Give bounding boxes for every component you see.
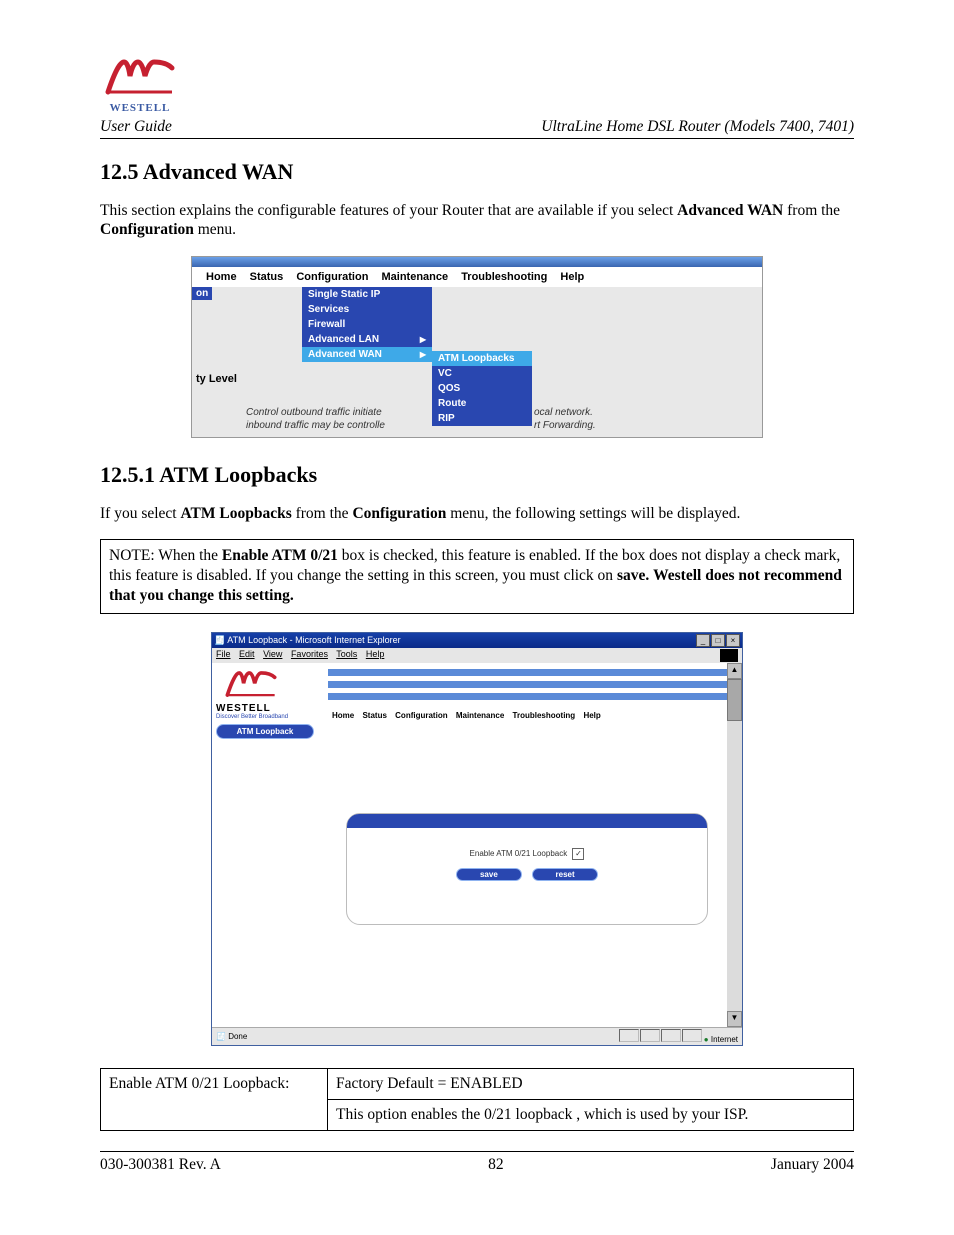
router-left-panel: WESTELL Discover Better Broadband ATM Lo… xyxy=(212,663,328,1027)
background-text-3: ocal network. xyxy=(534,407,593,418)
maximize-button[interactable]: □ xyxy=(711,634,725,647)
section2-paragraph: If you select ATM Loopbacks from the Con… xyxy=(100,504,854,523)
header-stripes xyxy=(328,663,742,709)
menu-tools[interactable]: Tools xyxy=(336,649,357,659)
router-top-nav: Home Status Configuration Maintenance Tr… xyxy=(192,267,762,287)
reset-button[interactable]: reset xyxy=(532,868,598,881)
menu-view[interactable]: View xyxy=(263,649,282,659)
vertical-scrollbar[interactable]: ▲ ▼ xyxy=(727,663,742,1027)
minimize-button[interactable]: _ xyxy=(696,634,710,647)
westell-logo-icon xyxy=(100,54,180,100)
nav-maintenance[interactable]: Maintenance xyxy=(381,271,448,283)
ie-page-icon: 🧾 xyxy=(216,1032,226,1041)
table-row: Enable ATM 0/21 Loopback: Factory Defaul… xyxy=(101,1068,854,1099)
menu-item-single-static-ip[interactable]: Single Static IP xyxy=(302,287,432,302)
background-text-2: inbound traffic may be controlle xyxy=(246,420,385,431)
scroll-thumb[interactable] xyxy=(727,679,742,721)
submenu-atm-loopbacks[interactable]: ATM Loopbacks xyxy=(432,351,532,366)
screenshot-advanced-wan-menu: Home Status Configuration Maintenance Tr… xyxy=(191,256,763,438)
nav2-home[interactable]: Home xyxy=(332,711,354,720)
status-internet: Internet xyxy=(711,1035,738,1044)
header-user-guide: User Guide xyxy=(100,118,172,136)
internet-zone-icon: ● xyxy=(704,1035,709,1044)
menu-favorites[interactable]: Favorites xyxy=(291,649,328,659)
menu-item-firewall[interactable]: Firewall xyxy=(302,317,432,332)
settings-table: Enable ATM 0/21 Loopback: Factory Defaul… xyxy=(100,1068,854,1131)
enable-atm-checkbox[interactable]: ✓ xyxy=(572,848,584,860)
chevron-right-icon: ▶ xyxy=(420,350,426,359)
close-button[interactable]: × xyxy=(726,634,740,647)
window-title: ATM Loopback - Microsoft Internet Explor… xyxy=(227,635,400,645)
menu-item-advanced-lan[interactable]: Advanced LAN▶ xyxy=(302,332,432,347)
nav2-configuration[interactable]: Configuration xyxy=(395,711,447,720)
menu-item-advanced-wan[interactable]: Advanced WAN▶ xyxy=(302,347,432,362)
nav-help[interactable]: Help xyxy=(560,271,584,283)
left-fragment-text: on xyxy=(192,287,212,300)
brand-logo: WESTELL xyxy=(100,54,180,114)
footer-date: January 2004 xyxy=(771,1156,854,1174)
background-text-1: Control outbound traffic initiate xyxy=(246,407,382,418)
ie-icon: 🧾 xyxy=(214,635,225,645)
setting-default: Factory Default = ENABLED xyxy=(328,1068,854,1099)
content-panel: Enable ATM 0/21 Loopback ✓ save reset xyxy=(346,813,708,925)
setting-description: This option enables the 0/21 loopback , … xyxy=(328,1099,854,1130)
browser-menubar: File Edit View Favorites Tools Help xyxy=(212,648,742,663)
footer-page-number: 82 xyxy=(488,1156,504,1174)
menu-edit[interactable]: Edit xyxy=(239,649,255,659)
browser-statusbar: 🧾 Done ● Internet xyxy=(212,1027,742,1045)
ty-level-fragment: ty Level xyxy=(196,373,237,385)
submenu-route[interactable]: Route xyxy=(432,396,532,411)
chevron-right-icon: ▶ xyxy=(420,335,426,344)
westell-logo-small-icon xyxy=(216,667,286,701)
status-done: Done xyxy=(228,1032,247,1041)
configuration-dropdown: Single Static IP Services Firewall Advan… xyxy=(302,287,432,362)
scroll-down-icon[interactable]: ▼ xyxy=(727,1011,742,1027)
nav2-status[interactable]: Status xyxy=(362,711,386,720)
nav2-help[interactable]: Help xyxy=(583,711,600,720)
advanced-wan-submenu: ATM Loopbacks VC QOS Route RIP xyxy=(432,351,532,426)
header-divider xyxy=(100,138,854,139)
nav-status[interactable]: Status xyxy=(250,271,284,283)
brand-tagline: Discover Better Broadband xyxy=(216,714,324,720)
section-heading-atm-loopbacks: 12.5.1 ATM Loopbacks xyxy=(100,462,854,488)
router-nav-small: Home Status Configuration Maintenance Tr… xyxy=(328,709,742,722)
screenshot-atm-loopback-window: 🧾 ATM Loopback - Microsoft Internet Expl… xyxy=(211,632,743,1046)
nav-troubleshooting[interactable]: Troubleshooting xyxy=(461,271,547,283)
page-footer: 030-300381 Rev. A 82 January 2004 xyxy=(100,1156,854,1174)
submenu-vc[interactable]: VC xyxy=(432,366,532,381)
enable-atm-label: Enable ATM 0/21 Loopback xyxy=(470,849,568,858)
page-header: WESTELL User Guide UltraLine Home DSL Ro… xyxy=(100,54,854,139)
header-product: UltraLine Home DSL Router (Models 7400, … xyxy=(541,118,854,136)
menu-help[interactable]: Help xyxy=(366,649,385,659)
section-heading-advanced-wan: 12.5 Advanced WAN xyxy=(100,159,854,185)
nav-home[interactable]: Home xyxy=(206,271,237,283)
note-box: NOTE: When the Enable ATM 0/21 box is ch… xyxy=(100,539,854,613)
left-pill-atm-loopback[interactable]: ATM Loopback xyxy=(216,724,314,739)
save-button[interactable]: save xyxy=(456,868,522,881)
submenu-rip[interactable]: RIP xyxy=(432,411,532,426)
footer-revision: 030-300381 Rev. A xyxy=(100,1156,221,1174)
submenu-qos[interactable]: QOS xyxy=(432,381,532,396)
brand-name: WESTELL xyxy=(110,102,171,114)
nav2-maintenance[interactable]: Maintenance xyxy=(456,711,504,720)
scroll-up-icon[interactable]: ▲ xyxy=(727,663,742,679)
menu-item-services[interactable]: Services xyxy=(302,302,432,317)
footer-divider xyxy=(100,1151,854,1152)
setting-label: Enable ATM 0/21 Loopback: xyxy=(101,1068,328,1130)
background-text-4: rt Forwarding. xyxy=(534,420,596,431)
window-titlebar: 🧾 ATM Loopback - Microsoft Internet Expl… xyxy=(212,633,742,648)
menu-file[interactable]: File xyxy=(216,649,231,659)
section1-paragraph: This section explains the configurable f… xyxy=(100,201,854,240)
brand-text-small: WESTELL xyxy=(216,703,324,714)
nav-configuration[interactable]: Configuration xyxy=(296,271,368,283)
nav2-troubleshooting[interactable]: Troubleshooting xyxy=(513,711,576,720)
ie-throbber-icon xyxy=(720,649,738,662)
